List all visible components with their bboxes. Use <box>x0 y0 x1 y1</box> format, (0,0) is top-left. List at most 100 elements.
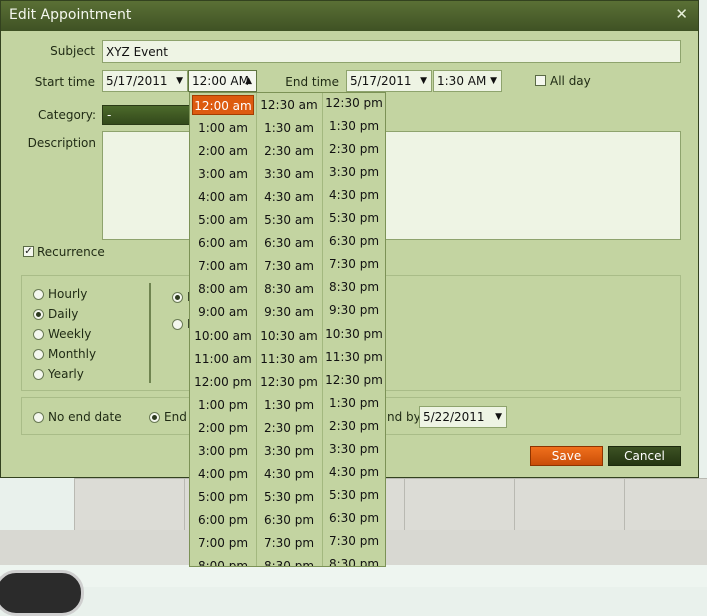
time-option[interactable]: 6:00 am <box>190 233 256 253</box>
time-option[interactable]: 2:30 pm <box>256 418 322 438</box>
time-option[interactable]: 4:00 am <box>190 187 256 207</box>
time-option[interactable]: 8:30 am <box>256 279 322 299</box>
time-option[interactable]: 9:00 am <box>190 302 256 322</box>
time-option[interactable]: 4:30 pm <box>256 464 322 484</box>
title-bar[interactable]: Edit Appointment ✕ <box>1 1 698 31</box>
time-option[interactable]: 12:30 pm <box>256 372 322 392</box>
time-option[interactable]: 6:30 pm <box>256 510 322 530</box>
time-option[interactable]: 8:00 am <box>190 279 256 299</box>
time-option[interactable]: 10:00 am <box>190 326 256 346</box>
time-option[interactable]: 5:00 am <box>190 210 256 230</box>
time-option[interactable]: 3:30 pm <box>256 441 322 461</box>
time-option[interactable]: 4:30 pm <box>322 185 385 205</box>
time-option[interactable]: 12:30 am <box>256 95 322 115</box>
pattern-divider <box>149 283 151 383</box>
time-option[interactable]: 3:00 pm <box>190 441 256 461</box>
end-by-date-picker[interactable]: 5/22/2011 ▼ <box>419 406 507 428</box>
time-option[interactable]: 12:30 pm <box>322 370 385 390</box>
time-option[interactable]: 1:30 am <box>256 118 322 138</box>
time-option[interactable]: 7:30 pm <box>256 533 322 553</box>
time-option[interactable]: 5:30 pm <box>322 485 385 505</box>
time-option[interactable]: 2:30 pm <box>322 416 385 436</box>
time-option[interactable]: 11:30 am <box>256 349 322 369</box>
time-option[interactable]: 6:30 pm <box>322 231 385 251</box>
time-option[interactable]: 7:30 am <box>256 256 322 276</box>
time-option[interactable]: 9:30 pm <box>322 300 385 320</box>
start-date-picker[interactable]: 5/17/2011 ▼ <box>102 70 188 92</box>
time-option[interactable]: 12:00 am <box>192 95 254 115</box>
dialog-title: Edit Appointment <box>9 7 132 23</box>
time-option[interactable]: 3:00 am <box>190 164 256 184</box>
time-option[interactable]: 3:30 am <box>256 164 322 184</box>
time-option[interactable]: 10:30 pm <box>322 324 385 344</box>
start-time-picker[interactable]: 12:00 AM ▲ <box>188 70 257 92</box>
grid-line <box>74 479 75 531</box>
time-option[interactable]: 6:30 am <box>256 233 322 253</box>
time-option[interactable]: 1:00 pm <box>190 395 256 415</box>
time-option[interactable]: 1:00 am <box>190 118 256 138</box>
time-option[interactable]: 6:00 pm <box>190 510 256 530</box>
frequency-label: Hourly <box>48 287 88 301</box>
end-by-label: nd by <box>387 410 421 424</box>
recurrence-checkbox[interactable]: ✓ <box>23 246 34 257</box>
radio-button[interactable] <box>33 349 44 360</box>
time-option[interactable]: 6:30 pm <box>322 508 385 528</box>
radio-button[interactable] <box>33 309 44 320</box>
radio-button[interactable] <box>172 292 183 303</box>
time-option[interactable]: 7:30 pm <box>322 531 385 551</box>
radio-button[interactable] <box>172 319 183 330</box>
end-date-picker[interactable]: 5/17/2011 ▼ <box>346 70 432 92</box>
radio-button[interactable] <box>33 412 44 423</box>
background-calendar-grid <box>74 478 707 531</box>
time-option[interactable]: 1:30 pm <box>322 393 385 413</box>
time-option[interactable]: 7:00 pm <box>190 533 256 553</box>
time-option[interactable]: 5:00 pm <box>190 487 256 507</box>
save-button[interactable]: Save <box>530 446 603 466</box>
time-option[interactable]: 1:30 pm <box>322 116 385 136</box>
radio-button[interactable] <box>33 369 44 380</box>
time-option[interactable]: 5:30 pm <box>256 487 322 507</box>
time-option[interactable]: 8:00 pm <box>190 556 256 566</box>
time-option[interactable]: 4:30 pm <box>322 462 385 482</box>
category-value: - <box>107 108 112 122</box>
time-option[interactable]: 8:30 pm <box>256 556 322 566</box>
chevron-up-icon: ▲ <box>245 76 252 86</box>
time-column-hours: 12:00 am 1:00 am 2:00 am 3:00 am 4:00 am 5:00… <box>190 93 257 566</box>
frequency-label: Yearly <box>48 367 84 381</box>
radio-button[interactable] <box>33 329 44 340</box>
time-option[interactable]: 7:00 am <box>190 256 256 276</box>
subject-input[interactable] <box>102 40 681 63</box>
close-icon[interactable]: ✕ <box>675 5 688 23</box>
time-option[interactable]: 12:00 pm <box>190 372 256 392</box>
chevron-down-icon: ▼ <box>490 76 497 86</box>
all-day-checkbox[interactable] <box>535 75 546 86</box>
time-option[interactable]: 3:30 pm <box>322 439 385 459</box>
time-option[interactable]: 11:00 am <box>190 349 256 369</box>
time-option[interactable]: 2:00 am <box>190 141 256 161</box>
time-option[interactable]: 7:30 pm <box>322 254 385 274</box>
time-option[interactable]: 10:30 am <box>256 326 322 346</box>
end-by-date-value: 5/22/2011 <box>423 410 485 424</box>
time-option[interactable]: 4:00 pm <box>190 464 256 484</box>
category-select[interactable]: - <box>102 105 192 125</box>
time-option[interactable]: 5:30 pm <box>322 208 385 228</box>
time-option[interactable]: 8:30 pm <box>322 277 385 297</box>
radio-button[interactable] <box>149 412 160 423</box>
time-option[interactable]: 9:30 am <box>256 302 322 322</box>
chevron-down-icon: ▼ <box>176 76 183 86</box>
time-option[interactable]: 2:30 pm <box>322 139 385 159</box>
time-option[interactable]: 3:30 pm <box>322 162 385 182</box>
time-option[interactable]: 8:30 pm <box>322 554 385 566</box>
start-time-value: 12:00 AM <box>192 74 249 88</box>
time-option[interactable]: 12:30 pm <box>322 93 385 113</box>
cancel-button[interactable]: Cancel <box>608 446 681 466</box>
time-option[interactable]: 11:30 pm <box>322 347 385 367</box>
time-option[interactable]: 5:30 am <box>256 210 322 230</box>
grid-line <box>404 479 405 531</box>
time-option[interactable]: 4:30 am <box>256 187 322 207</box>
radio-button[interactable] <box>33 289 44 300</box>
time-option[interactable]: 1:30 pm <box>256 395 322 415</box>
end-time-picker[interactable]: 1:30 AM ▼ <box>433 70 502 92</box>
time-option[interactable]: 2:30 am <box>256 141 322 161</box>
time-option[interactable]: 2:00 pm <box>190 418 256 438</box>
